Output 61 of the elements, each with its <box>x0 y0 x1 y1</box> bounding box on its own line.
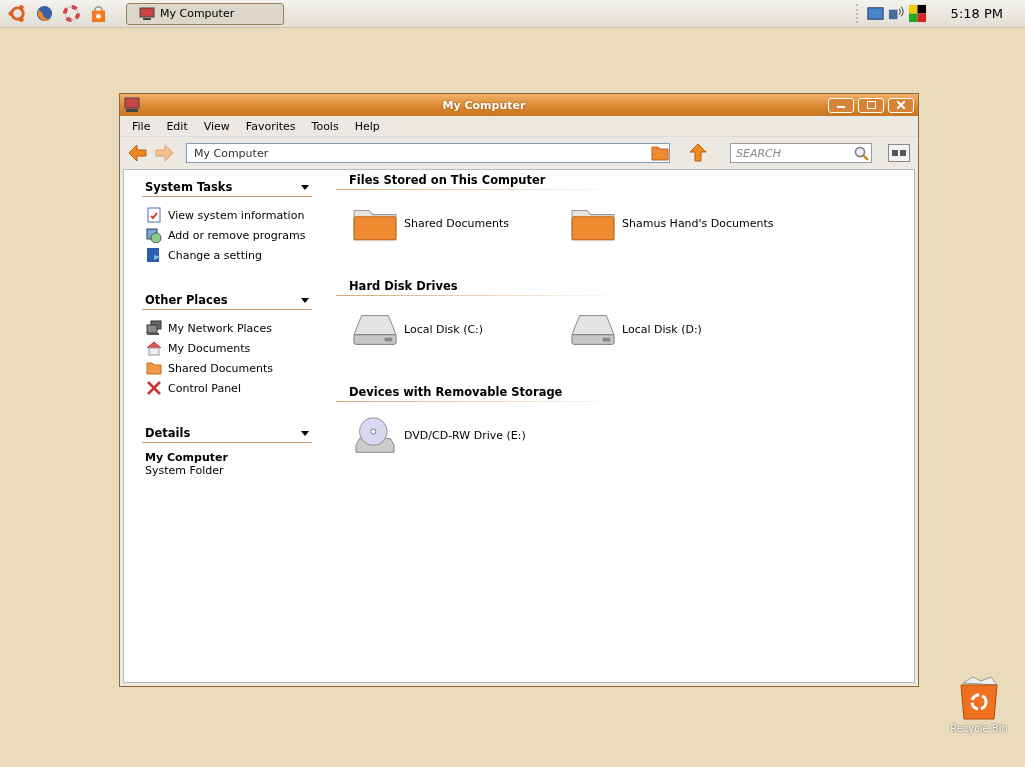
window-title: My Computer <box>441 98 527 112</box>
lifebuoy-icon[interactable] <box>62 4 81 23</box>
minimize-button[interactable] <box>828 97 854 113</box>
task-link[interactable]: Shared Documents <box>168 361 273 375</box>
caret-icon[interactable] <box>301 430 309 436</box>
shopping-bag-icon[interactable] <box>89 4 108 23</box>
menu-item[interactable]: Edit <box>158 119 196 133</box>
address-field[interactable]: My Computer <box>186 143 670 163</box>
group-header: Devices with Removable Storage <box>336 382 627 402</box>
task-link[interactable]: Add or remove programs <box>168 228 306 242</box>
close-button[interactable] <box>888 97 914 113</box>
item-label[interactable]: DVD/CD-RW Drive (E:) <box>404 428 526 442</box>
maximize-icon <box>866 101 876 109</box>
up-arrow-icon[interactable] <box>688 143 708 163</box>
group-header: Hard Disk Drives <box>336 276 627 296</box>
globe-icon[interactable] <box>35 4 54 23</box>
recycle-bin-icon[interactable] <box>957 675 1001 721</box>
task-link[interactable]: View system information <box>168 208 305 222</box>
view-icon[interactable] <box>888 144 910 162</box>
panel-title: Details <box>145 426 191 440</box>
clock[interactable]: 5:18 PM <box>950 6 1003 21</box>
house-icon <box>146 340 162 356</box>
details-type: System Folder <box>144 464 225 477</box>
panel-title: Other Places <box>145 293 228 307</box>
item-label[interactable]: Local Disk (C:) <box>404 322 484 336</box>
close-icon <box>897 101 905 109</box>
panel-header[interactable]: Other Places <box>142 291 312 310</box>
menu-item[interactable]: File <box>124 119 159 133</box>
caret-icon[interactable] <box>301 184 309 190</box>
item-label[interactable]: Shared Documents <box>404 216 509 230</box>
task-link[interactable]: My Network Places <box>168 321 272 335</box>
panel-header[interactable]: System Tasks <box>142 178 312 197</box>
details-name: My Computer <box>144 451 229 464</box>
task-link[interactable]: Change a setting <box>168 248 262 262</box>
search-field[interactable]: SEARCH <box>730 143 872 163</box>
monitor-icon[interactable] <box>865 4 885 23</box>
item-label[interactable]: Shamus Hand's Documents <box>622 216 774 230</box>
computer-icon <box>139 6 155 21</box>
group-header: Files Stored on This Computer <box>336 170 627 190</box>
taskbar-button[interactable]: My Computer <box>126 2 284 25</box>
maximize-button[interactable] <box>858 97 884 113</box>
task-link[interactable]: My Documents <box>168 341 251 355</box>
computers-icon <box>146 320 162 336</box>
folder-icon <box>146 360 162 376</box>
back-arrow-icon[interactable] <box>128 143 148 163</box>
folder-icon <box>651 145 669 161</box>
menu-item[interactable]: Tools <box>303 119 347 133</box>
color-squares-icon[interactable] <box>907 4 927 23</box>
menu-item[interactable]: View <box>195 119 238 133</box>
dvd-drive-icon <box>352 416 398 454</box>
menu-item[interactable]: Favorites <box>237 119 304 133</box>
panel-header[interactable]: Details <box>142 424 312 443</box>
item-label[interactable]: Local Disk (D:) <box>622 322 702 336</box>
panel-title: System Tasks <box>145 180 233 194</box>
task-link[interactable]: Control Panel <box>168 381 241 395</box>
search-icon[interactable] <box>853 145 869 161</box>
document-check-icon <box>146 207 162 223</box>
circle-of-friends-icon[interactable] <box>8 4 27 23</box>
menu-item[interactable]: Help <box>346 119 388 133</box>
computer-icon <box>124 97 140 113</box>
caret-icon[interactable] <box>301 297 309 303</box>
